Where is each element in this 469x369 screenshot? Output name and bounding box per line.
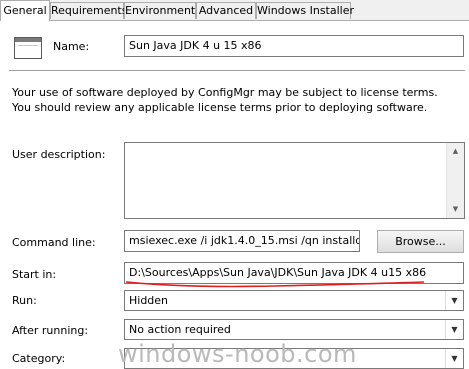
after-running-label: After running: [12,324,89,337]
user-description-field[interactable]: ▲ ▼ [124,142,465,219]
name-label: Name: [53,40,90,53]
after-running-value: No action required [129,323,231,336]
chevron-down-icon[interactable]: ▼ [445,320,463,339]
name-field[interactable]: Sun Java JDK 4 u 15 x86 [124,35,464,57]
run-label: Run: [12,294,37,307]
watermark: windows-noob.com [118,340,357,368]
tab-strip: General Requirements Environment Advance… [0,0,469,21]
after-running-select[interactable]: No action required ▼ [124,319,464,340]
category-label: Category: [12,352,66,365]
scroll-up-icon[interactable]: ▲ [447,143,464,160]
chevron-down-icon[interactable]: ▼ [445,349,463,368]
browse-button[interactable]: Browse... [377,230,464,253]
user-description-label: User description: [12,148,106,161]
command-line-field[interactable]: msiexec.exe /i jdk1.4.0_15.msi /qn insta… [124,230,360,252]
program-icon [14,37,42,59]
tab-windows-installer[interactable]: Windows Installer [256,2,354,19]
user-description-scrollbar[interactable]: ▲ ▼ [446,143,464,218]
start-in-label: Start in: [12,268,57,281]
scroll-down-icon[interactable]: ▼ [447,201,464,218]
tab-advanced[interactable]: Advanced [196,2,256,19]
command-line-label: Command line: [12,236,96,249]
run-value: Hidden [129,294,169,307]
general-panel: Name: Sun Java JDK 4 u 15 x86 Your use o… [0,20,469,369]
run-select[interactable]: Hidden ▼ [124,290,464,311]
license-text: Your use of software deployed by ConfigM… [12,86,438,114]
tab-requirements[interactable]: Requirements [50,2,127,19]
highlight-underline [125,281,425,288]
tab-environment[interactable]: Environment [124,2,196,19]
tab-general[interactable]: General [0,0,50,21]
chevron-down-icon[interactable]: ▼ [445,291,463,310]
separator [9,70,465,71]
